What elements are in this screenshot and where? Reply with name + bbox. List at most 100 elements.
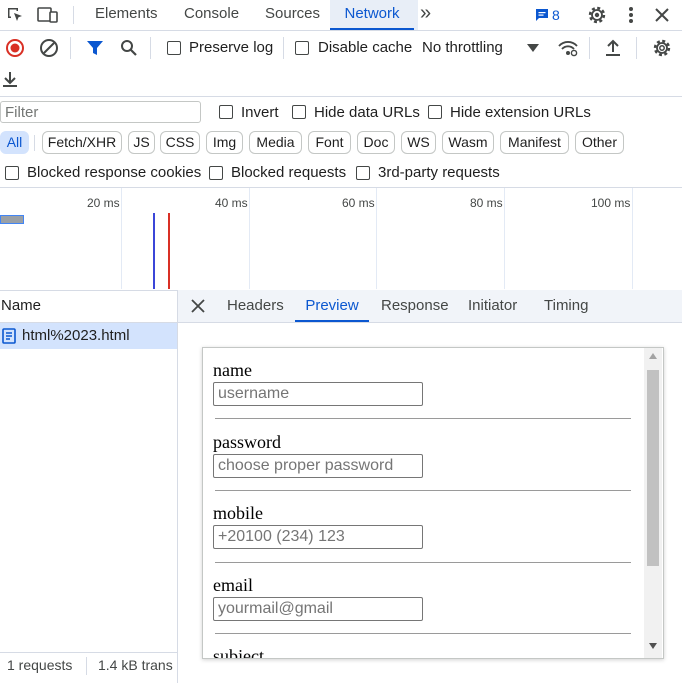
field-label-subject: subject — [213, 646, 264, 659]
messages-count: 8 — [552, 7, 560, 23]
divider — [215, 562, 631, 563]
messages-icon[interactable] — [534, 7, 550, 23]
status-bar: 1 requests 1.4 kB trans — [0, 652, 177, 681]
field-label-mobile: mobile — [213, 503, 263, 523]
scroll-down-icon[interactable] — [648, 642, 658, 650]
clear-icon[interactable] — [38, 37, 60, 59]
invert-label: Invert — [241, 104, 279, 121]
divider — [0, 96, 682, 97]
throttling-select[interactable]: No throttling — [422, 39, 503, 56]
hide-data-urls-checkbox[interactable] — [292, 105, 306, 119]
tab-timing[interactable]: Timing — [544, 290, 588, 322]
chevron-down-icon[interactable] — [525, 40, 541, 56]
more-tabs-button[interactable]: » — [418, 0, 433, 30]
tab-network[interactable]: Network — [330, 0, 414, 30]
third-party-checkbox[interactable] — [356, 166, 370, 180]
field-label-name: name — [213, 360, 252, 380]
grid-line — [376, 188, 377, 289]
scroll-up-icon[interactable] — [648, 352, 658, 360]
timeline-tick: 100 ms — [591, 196, 631, 210]
close-icon[interactable] — [651, 4, 673, 26]
load-event-line — [168, 213, 170, 289]
timeline-overview[interactable]: 20 ms 40 ms 60 ms 80 ms 100 ms — [0, 187, 682, 291]
name-column-header[interactable]: Name — [0, 290, 178, 323]
divider — [150, 37, 151, 59]
timeline-tick: 20 ms — [87, 196, 120, 210]
tab-initiator[interactable]: Initiator — [468, 290, 517, 322]
divider — [215, 633, 631, 634]
transferred-size: 1.4 kB trans — [98, 657, 173, 673]
type-filter-doc[interactable]: Doc — [357, 131, 395, 154]
divider — [215, 418, 631, 419]
type-filter-js[interactable]: JS — [128, 131, 155, 154]
inspect-element-icon[interactable] — [4, 4, 26, 26]
type-filter-other[interactable]: Other — [575, 131, 624, 154]
vertical-scrollbar[interactable] — [644, 348, 662, 658]
blocked-cookies-checkbox[interactable] — [5, 166, 19, 180]
document-icon — [2, 328, 16, 344]
network-settings-gear-icon[interactable] — [650, 37, 674, 59]
type-filter-ws[interactable]: WS — [401, 131, 436, 154]
export-har-icon[interactable] — [0, 68, 20, 90]
request-row[interactable]: html%2023.html — [0, 323, 177, 349]
divider — [589, 37, 590, 59]
blocked-requests-checkbox[interactable] — [209, 166, 223, 180]
field-label-email: email — [213, 575, 253, 595]
tab-response[interactable]: Response — [381, 290, 449, 322]
name-input[interactable] — [213, 382, 423, 406]
filter-input[interactable] — [0, 101, 201, 123]
password-input[interactable] — [213, 454, 423, 478]
grid-line — [632, 188, 633, 289]
divider — [177, 290, 178, 683]
divider — [70, 37, 71, 59]
tab-sources[interactable]: Sources — [263, 0, 322, 30]
field-label-password: password — [213, 432, 281, 452]
settings-gear-icon[interactable] — [585, 3, 609, 27]
devtools-tab-bar: Elements Console Sources Network » 8 — [0, 0, 682, 31]
close-details-icon[interactable] — [190, 298, 206, 314]
request-bar — [0, 215, 24, 224]
mobile-input[interactable] — [213, 525, 423, 549]
timeline-tick: 40 ms — [215, 196, 248, 210]
blocked-cookies-label: Blocked response cookies — [27, 164, 202, 181]
tab-preview[interactable]: Preview — [295, 290, 369, 322]
request-name: html%2023.html — [22, 327, 130, 344]
response-preview: name password mobile email subject — [202, 347, 664, 659]
divider — [34, 135, 35, 151]
type-filter-img[interactable]: Img — [206, 131, 243, 154]
more-options-icon[interactable] — [622, 4, 640, 26]
detail-tab-bar: Headers Preview Response Initiator Timin… — [178, 290, 682, 323]
network-conditions-icon[interactable] — [556, 37, 580, 59]
filter-icon[interactable] — [84, 37, 106, 59]
device-toolbar-icon[interactable] — [36, 4, 60, 26]
tab-console[interactable]: Console — [182, 0, 241, 30]
type-filter-manifest[interactable]: Manifest — [500, 131, 569, 154]
type-filter-fetch-xhr[interactable]: Fetch/XHR — [42, 131, 122, 154]
hide-extension-urls-checkbox[interactable] — [428, 105, 442, 119]
preserve-log-label: Preserve log — [189, 39, 274, 56]
preserve-log-checkbox[interactable] — [167, 41, 181, 55]
disable-cache-label: Disable cache — [318, 39, 413, 56]
type-filter-css[interactable]: CSS — [160, 131, 200, 154]
type-filter-font[interactable]: Font — [308, 131, 351, 154]
divider — [86, 657, 87, 675]
hide-data-urls-label: Hide data URLs — [314, 104, 420, 121]
type-filter-wasm[interactable]: Wasm — [442, 131, 494, 154]
invert-checkbox[interactable] — [219, 105, 233, 119]
email-input[interactable] — [213, 597, 423, 621]
tab-elements[interactable]: Elements — [93, 0, 160, 30]
record-icon[interactable] — [4, 37, 26, 59]
grid-line — [249, 188, 250, 289]
blocked-requests-label: Blocked requests — [231, 164, 347, 181]
divider — [283, 37, 284, 59]
type-filter-all[interactable]: All — [0, 131, 29, 154]
search-icon[interactable] — [118, 37, 140, 59]
scrollbar-thumb[interactable] — [647, 370, 659, 566]
tab-headers[interactable]: Headers — [227, 290, 284, 322]
dom-content-loaded-line — [153, 213, 155, 289]
import-har-icon[interactable] — [602, 37, 624, 59]
disable-cache-checkbox[interactable] — [295, 41, 309, 55]
hide-extension-urls-label: Hide extension URLs — [450, 104, 591, 121]
divider — [636, 37, 637, 59]
type-filter-media[interactable]: Media — [249, 131, 302, 154]
